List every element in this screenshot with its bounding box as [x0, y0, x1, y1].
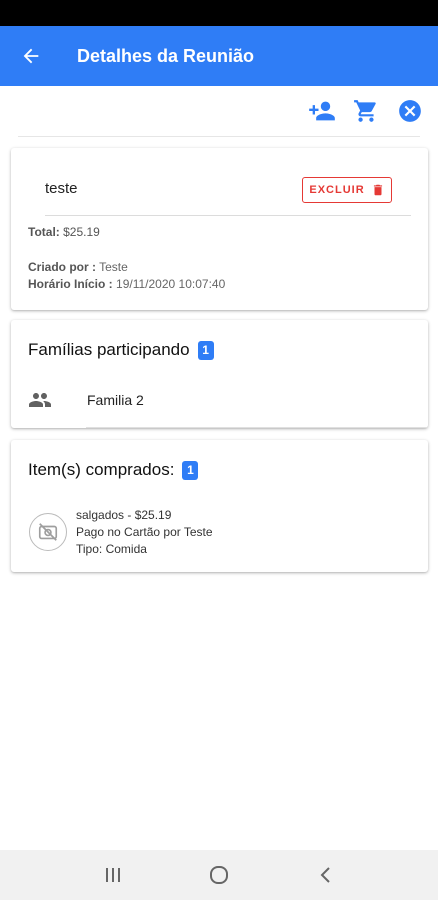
families-title: Famílias participando [28, 340, 190, 359]
recent-apps-button[interactable] [93, 855, 133, 895]
family-list-item[interactable]: Familia 2 [28, 388, 144, 412]
families-title-row: Famílias participando 1 [28, 340, 214, 360]
actions-toolbar [308, 88, 424, 134]
home-icon [210, 866, 228, 884]
item-details: salgados - $25.19 Pago no Cartão por Tes… [76, 507, 213, 558]
cart-icon [354, 100, 376, 122]
toolbar-divider [18, 136, 420, 137]
arrow-back-icon [23, 48, 39, 64]
item-type: Tipo: Comida [76, 542, 147, 556]
purchased-title: Item(s) comprados: [28, 460, 175, 479]
purchased-title-row: Item(s) comprados: 1 [28, 460, 199, 480]
start-time-label: Horário Início : [28, 277, 113, 291]
home-button[interactable] [199, 855, 239, 895]
families-card: Famílias participando 1 Familia 2 [11, 320, 428, 428]
total-label: Total: [28, 225, 60, 239]
page-title: Detalhes da Reunião [77, 45, 255, 66]
item-name-price: salgados - $25.19 [76, 508, 172, 522]
start-time-value: 19/11/2020 10:07:40 [116, 277, 226, 291]
purchased-items-card: Item(s) comprados: 1 salgados - $25.19 P… [11, 440, 428, 572]
start-time-row: Horário Início : 19/11/2020 10:07:40 [28, 277, 225, 291]
purchased-count-badge: 1 [182, 460, 199, 480]
close-circle-icon [399, 100, 421, 122]
created-by-label: Criado por : [28, 260, 96, 274]
meeting-name: teste [45, 180, 78, 197]
recent-apps-icon [106, 868, 120, 882]
created-by-row: Criado por : Teste [28, 260, 128, 274]
no-photo-icon [38, 523, 58, 541]
meeting-total: Total: $25.19 [28, 225, 100, 239]
delete-label: EXCLUIR [309, 184, 365, 196]
item-payment: Pago no Cartão por Teste [76, 525, 213, 539]
family-divider [86, 427, 428, 428]
trash-icon [373, 184, 382, 196]
person-add-icon [309, 101, 335, 121]
meeting-card: teste EXCLUIR Total: $25.19 Criado por :… [11, 148, 428, 310]
total-value: $25.19 [63, 225, 100, 239]
app-bar: Detalhes da Reunião [0, 26, 438, 86]
item-thumbnail [29, 513, 67, 551]
close-meeting-button[interactable] [396, 97, 424, 125]
chevron-left-icon [320, 867, 330, 883]
add-person-button[interactable] [308, 97, 336, 125]
created-by-value: Teste [99, 260, 128, 274]
delete-button[interactable]: EXCLUIR [302, 177, 392, 203]
back-button[interactable] [0, 26, 62, 86]
families-count-badge: 1 [197, 340, 214, 360]
family-name: Familia 2 [87, 392, 144, 408]
system-nav-bar [0, 850, 438, 900]
back-nav-button[interactable] [305, 855, 345, 895]
people-icon [29, 393, 51, 407]
cart-button[interactable] [352, 97, 380, 125]
meeting-divider [45, 215, 411, 216]
purchased-list-item[interactable]: salgados - $25.19 Pago no Cartão por Tes… [29, 507, 213, 558]
status-bar [0, 0, 438, 26]
